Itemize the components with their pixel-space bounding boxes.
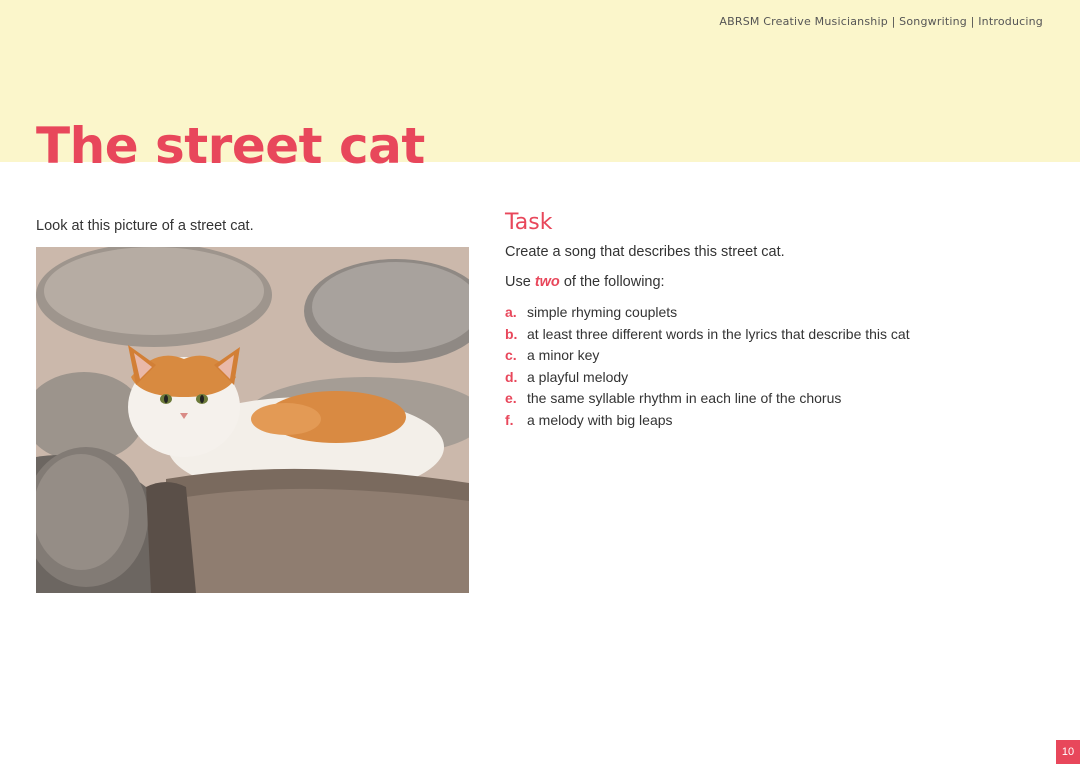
list-item: f. a melody with big leaps [505,410,910,432]
task-options-list: a. simple rhyming couplets b. at least thr… [505,302,910,432]
running-head: ABRSM Creative Musicianship | Songwritin… [719,15,1043,28]
task-instruction: Use two of the following: [505,274,665,290]
option-letter: b. [505,325,518,342]
option-text: at least three different words in the ly… [527,325,910,342]
page-title: The street cat [36,117,425,175]
option-letter: c. [505,347,517,364]
option-letter: d. [505,368,518,385]
option-letter: e. [505,390,517,407]
task-use-suffix: of the following: [563,274,665,290]
option-letter: f. [505,411,514,428]
intro-text: Look at this picture of a street cat. [36,218,254,234]
option-text: a playful melody [527,368,629,385]
option-text: a minor key [527,347,600,364]
option-text: the same syllable rhythm in each line of… [527,390,842,407]
list-item: e. the same syllable rhythm in each line … [505,388,910,410]
list-item: b. at least three different words in the … [505,324,910,346]
option-text: a melody with big leaps [527,411,673,428]
option-letter: a. [505,304,517,320]
list-item: c. a minor key [505,345,910,367]
page-number: 10 [1056,740,1080,764]
task-use-emphasis: two [534,274,560,290]
task-heading: Task [505,210,553,235]
task-use-prefix: Use [505,274,531,290]
option-text: simple rhyming couplets [527,304,678,320]
list-item: d. a playful melody [505,367,910,389]
list-item: a. simple rhyming couplets [505,302,910,324]
task-lead: Create a song that describes this street… [505,244,785,260]
street-cat-photo [36,247,469,593]
